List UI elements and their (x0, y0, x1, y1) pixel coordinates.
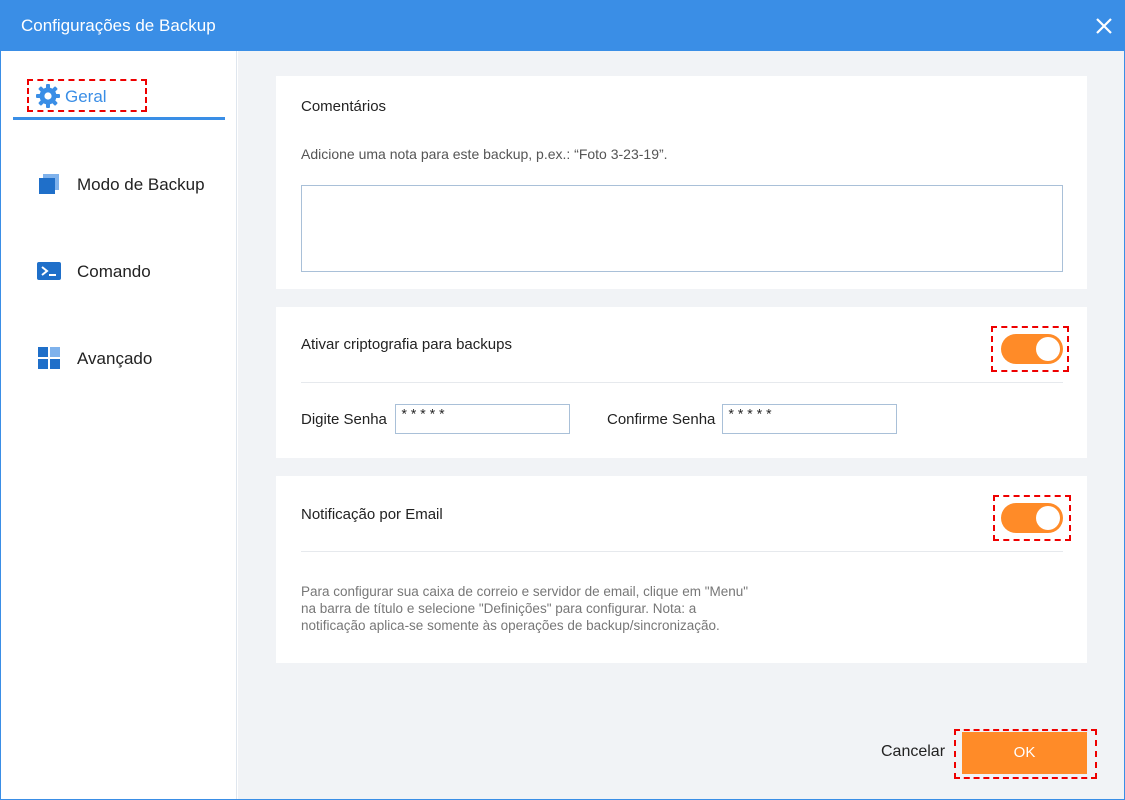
sidebar-item-avancado[interactable]: Avançado (1, 338, 237, 378)
encryption-toggle[interactable] (1001, 334, 1063, 364)
dialog-title: Configurações de Backup (21, 16, 216, 35)
divider (301, 382, 1063, 383)
password-input[interactable]: ***** (395, 404, 570, 434)
ok-button[interactable]: OK (962, 732, 1087, 774)
copy-icon (37, 172, 61, 196)
comments-title: Comentários (301, 98, 387, 115)
email-notification-card: Notificação por Email Para configurar su… (276, 476, 1087, 663)
comments-hint: Adicione uma nota para este backup, p.ex… (301, 146, 668, 162)
sidebar-item-modo-de-backup[interactable]: Modo de Backup (1, 164, 237, 204)
comments-card: Comentários Adicione uma nota para este … (276, 76, 1087, 289)
grid-icon (37, 346, 61, 370)
encryption-card: Ativar criptografia para backups Digite … (276, 307, 1087, 458)
close-icon[interactable] (1092, 14, 1116, 38)
sidebar-item-geral[interactable]: Geral (1, 79, 237, 120)
terminal-icon (37, 259, 61, 283)
email-note: Para configurar sua caixa de correio e s… (301, 584, 749, 633)
sidebar-item-label: Geral (65, 87, 107, 106)
encryption-title: Ativar criptografia para backups (301, 336, 512, 353)
comments-textarea[interactable] (301, 185, 1063, 272)
title-bar: Configurações de Backup (1, 1, 1124, 51)
sidebar: Geral Modo de Backup Comando Avançado (1, 51, 237, 799)
confirm-password-label: Confirme Senha (607, 411, 716, 428)
sidebar-item-label: Modo de Backup (77, 175, 205, 194)
divider (301, 551, 1063, 552)
backup-settings-dialog: Configurações de Backup Geral Modo de Ba… (0, 0, 1125, 800)
active-tab-indicator (13, 117, 225, 120)
settings-panel: Comentários Adicione uma nota para este … (238, 51, 1124, 799)
sidebar-item-comando[interactable]: Comando (1, 251, 237, 291)
password-label: Digite Senha (301, 411, 387, 428)
gear-icon (35, 83, 60, 108)
sidebar-item-label: Comando (77, 262, 151, 281)
sidebar-item-label: Avançado (77, 349, 153, 368)
email-title: Notificação por Email (301, 506, 443, 523)
confirm-password-input[interactable]: ***** (722, 404, 897, 434)
email-toggle[interactable] (1001, 503, 1063, 533)
cancel-button[interactable]: Cancelar (881, 743, 945, 761)
toggle-knob (1036, 337, 1060, 361)
toggle-knob (1036, 506, 1060, 530)
